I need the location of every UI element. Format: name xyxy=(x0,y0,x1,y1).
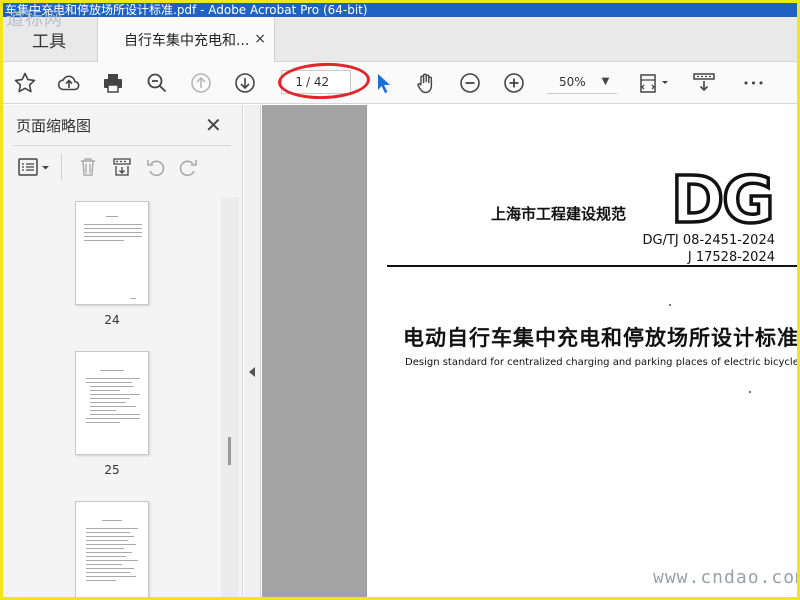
thumbnails-panel-title: 页面缩略图 xyxy=(16,117,92,135)
panel-splitter[interactable] xyxy=(244,105,261,597)
document-background xyxy=(262,105,366,597)
rotate-right-icon[interactable] xyxy=(177,156,201,180)
thumbnail-label: 24 xyxy=(104,313,120,327)
tab-bar: 工具 自行车集中充电和... × xyxy=(3,17,797,63)
zoom-out-search-icon[interactable] xyxy=(144,70,170,96)
options-menu-icon[interactable] xyxy=(17,156,53,180)
thumbnails-panel: 页面缩略图 ✕ 24 25 xyxy=(3,105,243,597)
collapse-panel-icon[interactable] xyxy=(249,367,255,377)
standard-code: DG/TJ 08-2451-2024 xyxy=(642,233,775,248)
thumbnail-label: 25 xyxy=(104,463,120,477)
fit-page-icon[interactable] xyxy=(637,70,673,96)
page-speck xyxy=(669,304,671,306)
print-icon[interactable] xyxy=(100,70,126,96)
panel-close-icon[interactable]: ✕ xyxy=(205,113,222,137)
hand-tool-icon[interactable] xyxy=(413,70,439,96)
zoom-out-icon[interactable] xyxy=(457,70,483,96)
next-page-icon[interactable] xyxy=(232,70,258,96)
zoom-value: 50% xyxy=(559,74,586,89)
window-title-bar: 车集中充电和停放场所设计标准.pdf - Adobe Acrobat Pro (… xyxy=(3,3,797,17)
document-title-en: Design standard for centralized charging… xyxy=(405,357,800,368)
scrollbar-thumb[interactable] xyxy=(228,437,231,465)
page-thumbnail-24[interactable] xyxy=(75,201,149,305)
spec-name: 上海市工程建设规范 xyxy=(491,205,627,223)
main-toolbar: 1 / 42 50% ▼ ••• xyxy=(3,62,797,104)
toolbar-divider xyxy=(61,154,62,180)
more-icon[interactable]: ••• xyxy=(739,70,769,96)
thumbnail-list: 24 25 xyxy=(3,197,223,597)
chevron-down-icon: ▼ xyxy=(601,76,610,87)
zoom-select[interactable]: 50% ▼ xyxy=(547,70,617,94)
star-icon[interactable] xyxy=(12,70,38,96)
page-thumbnail-25[interactable] xyxy=(75,351,149,455)
cloud-upload-icon[interactable] xyxy=(56,70,82,96)
scroll-mode-icon[interactable] xyxy=(691,70,717,96)
page-speck xyxy=(749,391,751,393)
prev-page-icon[interactable] xyxy=(188,70,214,96)
dg-logo: DG xyxy=(669,168,776,226)
rotate-left-icon[interactable] xyxy=(145,156,169,180)
pdf-page: 上海市工程建设规范 DG DG/TJ 08-2451-2024 J 17528-… xyxy=(366,105,800,597)
tab-document-label: 自行车集中充电和... xyxy=(124,33,250,49)
svg-text:DG: DG xyxy=(671,168,773,226)
tab-document[interactable]: 自行车集中充电和... × xyxy=(97,17,275,63)
record-code: J 17528-2024 xyxy=(687,250,775,265)
thumbnail-toolbar xyxy=(13,145,231,187)
thumbnail-scrollbar[interactable] xyxy=(221,197,239,597)
page-thumbnail-26[interactable] xyxy=(75,501,149,597)
document-title-cn: 电动自行车集中充电和停放场所设计标准 xyxy=(403,326,799,350)
delete-page-icon[interactable] xyxy=(77,156,101,180)
header-rule xyxy=(387,265,798,267)
watermark-bottom-right: www.cndao.com xyxy=(653,567,800,588)
extract-page-icon[interactable] xyxy=(111,156,135,180)
zoom-in-icon[interactable] xyxy=(501,70,527,96)
select-cursor-icon[interactable] xyxy=(371,70,397,96)
tab-close-icon[interactable]: × xyxy=(254,31,266,47)
watermark-top-left: 道标网 xyxy=(6,9,63,30)
